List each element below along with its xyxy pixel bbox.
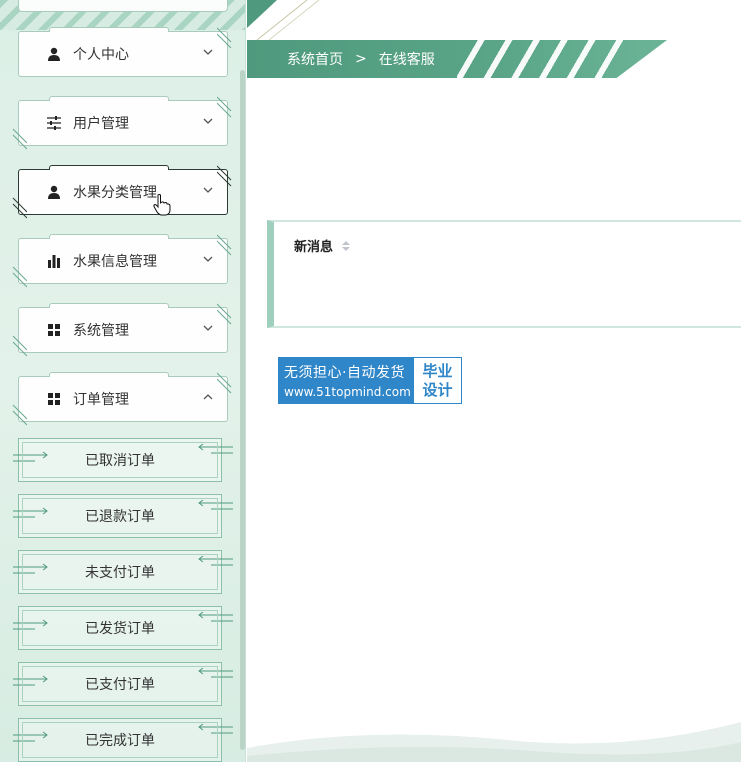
user-icon [45, 45, 63, 63]
arrow-lines-icon [198, 555, 233, 566]
ad-text-right-bottom: 设计 [422, 380, 453, 399]
header-decoration [247, 0, 320, 40]
sidebar-item-fruit-category-management[interactable]: 水果分类管理 [12, 165, 232, 219]
decorative-lines-icon [217, 234, 232, 256]
bar-chart-icon [45, 252, 63, 270]
arrow-lines-icon [13, 563, 48, 574]
decorative-lines-icon [12, 335, 27, 357]
submenu-item-label: 已支付订单 [85, 677, 155, 693]
table-header-new-message[interactable]: 新消息 [294, 236, 351, 255]
arrow-lines-icon [198, 499, 233, 510]
submenu-item-cancelled-orders[interactable]: 已取消订单 [13, 438, 233, 482]
watermark-ad-banner: 无须担心·自动发货 www.51topmind.com 毕业 设计 [278, 357, 462, 404]
chevron-down-icon [203, 187, 213, 193]
arrow-lines-icon [13, 675, 48, 686]
decorative-lines-icon [12, 197, 27, 219]
chevron-down-icon [203, 118, 213, 124]
chevron-down-icon [203, 49, 213, 55]
hand-cursor-icon [153, 194, 171, 216]
breadcrumb-current: 在线客服 [378, 52, 435, 68]
sidebar-item-label: 订单管理 [73, 392, 129, 408]
arrow-lines-icon [198, 443, 233, 454]
grid-icon [45, 390, 63, 408]
breadcrumb: 系统首页 > 在线客服 [287, 40, 435, 78]
message-table: 新消息 [267, 220, 741, 328]
chevron-down-icon [203, 256, 213, 262]
sidebar-item-label: 用户管理 [73, 116, 129, 132]
arrow-lines-icon [198, 723, 233, 734]
decorative-lines-icon [217, 372, 232, 394]
breadcrumb-stripes [457, 40, 627, 78]
breadcrumb-separator: > [355, 51, 367, 67]
submenu-item-completed-orders[interactable]: 已完成订单 [13, 718, 233, 762]
breadcrumb-bar: 系统首页 > 在线客服 [247, 40, 667, 78]
sidebar-scrollbar[interactable] [240, 70, 245, 750]
sidebar-item-label: 水果分类管理 [73, 185, 157, 201]
decorative-lines-icon [217, 96, 232, 118]
sidebar-item-personal-center[interactable]: 个人中心 [18, 27, 232, 77]
arrow-lines-icon [198, 611, 233, 622]
decorative-lines-icon [217, 165, 232, 187]
submenu-item-shipped-orders[interactable]: 已发货订单 [13, 606, 233, 650]
chevron-down-icon [203, 325, 213, 331]
arrow-lines-icon [13, 451, 48, 462]
submenu-item-refunded-orders[interactable]: 已退款订单 [13, 494, 233, 538]
ad-text-line1: 无须担心·自动发货 [284, 365, 405, 381]
sidebar-item-order-management[interactable]: 订单管理 [12, 372, 232, 426]
submenu-item-label: 已退款订单 [85, 509, 155, 525]
sidebar-item-label: 水果信息管理 [73, 254, 157, 270]
submenu-item-label: 已发货订单 [85, 621, 155, 637]
sort-icon[interactable] [341, 240, 351, 252]
submenu-item-unpaid-orders[interactable]: 未支付订单 [13, 550, 233, 594]
sidebar-top-item-partial[interactable] [18, 0, 228, 12]
sidebar-item-label: 系统管理 [73, 323, 129, 339]
submenu-item-label: 已取消订单 [85, 453, 155, 469]
submenu-item-label: 已完成订单 [85, 733, 155, 749]
submenu-item-paid-orders[interactable]: 已支付订单 [13, 662, 233, 706]
sidebar: 个人中心 用户管理 水果分类管理 水果信息管理 系统管理 订单管理 已取消订单 … [0, 0, 246, 762]
page: 个人中心 用户管理 水果分类管理 水果信息管理 系统管理 订单管理 已取消订单 … [0, 0, 741, 762]
sliders-icon [45, 114, 63, 132]
sidebar-item-system-management[interactable]: 系统管理 [12, 303, 232, 357]
arrow-lines-icon [13, 507, 48, 518]
submenu-item-label: 未支付订单 [85, 565, 155, 581]
decorative-lines-icon [217, 27, 232, 49]
user-icon [45, 183, 63, 201]
arrow-lines-icon [13, 619, 48, 630]
decorative-lines-icon [12, 266, 27, 288]
grid-icon [45, 321, 63, 339]
arrow-lines-icon [198, 667, 233, 678]
decorative-lines-icon [12, 404, 27, 426]
arrow-lines-icon [13, 731, 48, 742]
breadcrumb-home-link[interactable]: 系统首页 [287, 49, 343, 69]
footer-wave-decoration [247, 722, 741, 762]
sidebar-item-label: 个人中心 [73, 47, 129, 63]
column-header-label: 新消息 [294, 240, 334, 255]
sidebar-item-fruit-info-management[interactable]: 水果信息管理 [12, 234, 232, 288]
ad-text-line2: www.51topmind.com [284, 385, 411, 399]
decorative-lines-icon [12, 128, 27, 150]
decorative-lines-icon [217, 303, 232, 325]
sidebar-item-user-management[interactable]: 用户管理 [12, 96, 232, 150]
chevron-up-icon [203, 394, 213, 400]
ad-text-right-top: 毕业 [422, 361, 453, 380]
